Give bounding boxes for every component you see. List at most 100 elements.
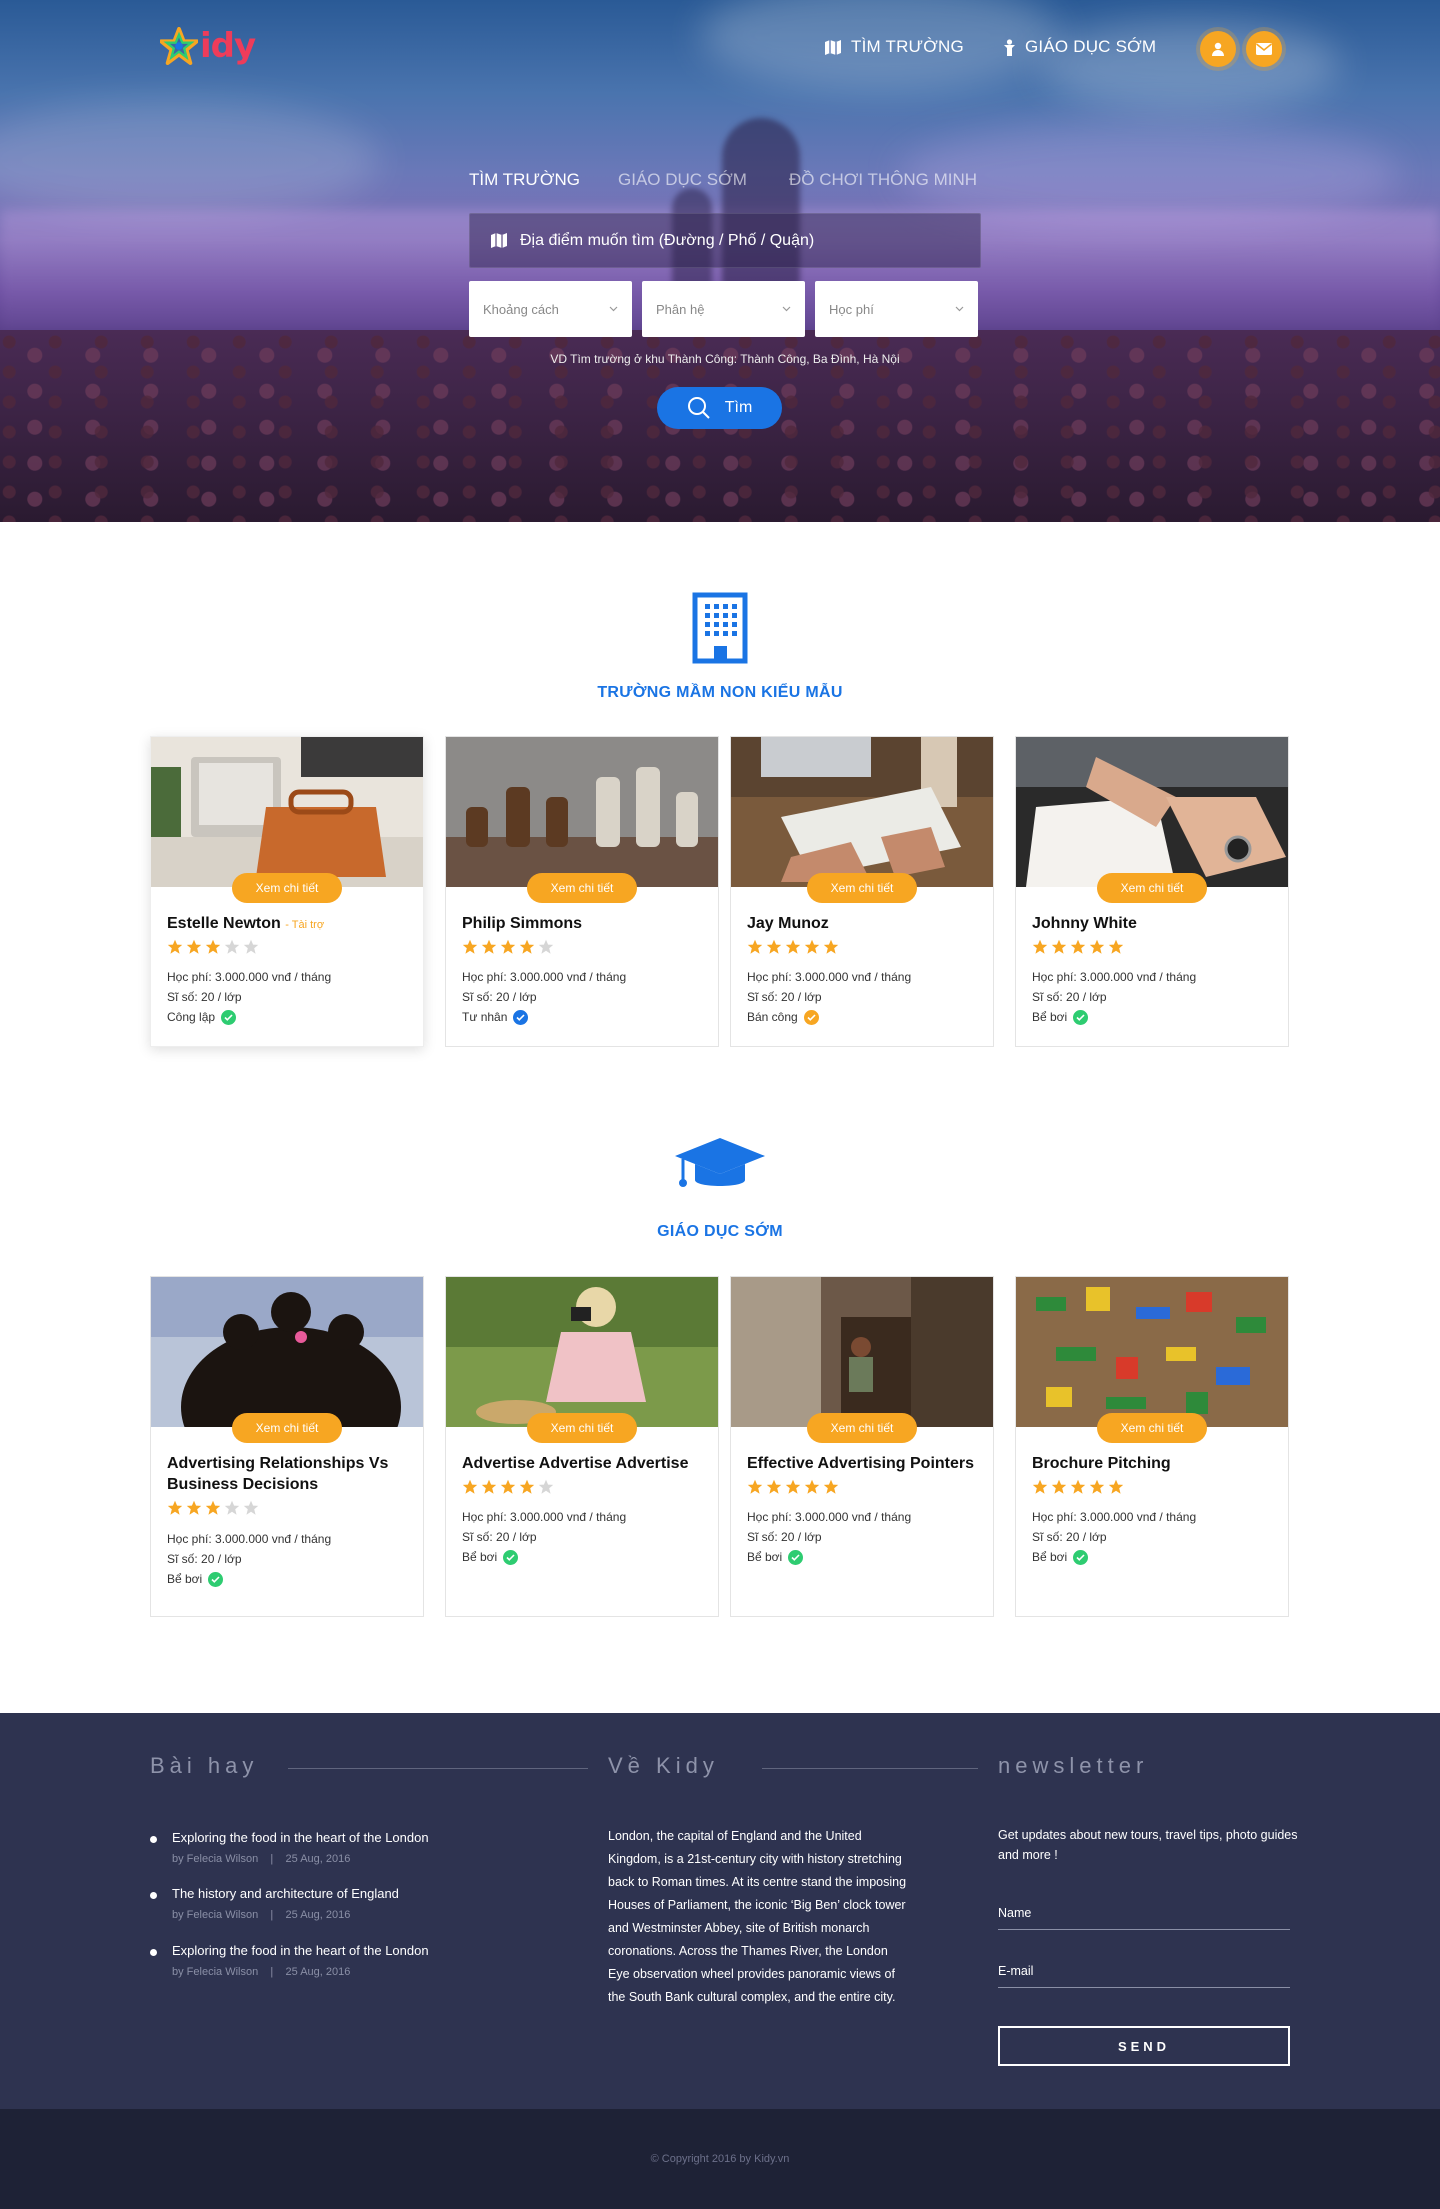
course-card[interactable]: Xem chi tiết Brochure Pitching Học phí: … — [1015, 1276, 1289, 1617]
view-detail-button[interactable]: Xem chi tiết — [527, 873, 637, 903]
map-icon — [825, 39, 841, 55]
school-card[interactable]: Xem chi tiết Jay Munoz Học phí: 3.000.00… — [730, 736, 994, 1047]
girl-camera-photo — [446, 1277, 718, 1427]
facility-text: Bể bơi — [1032, 1550, 1068, 1564]
post-item[interactable]: Exploring the food in the heart of the L… — [150, 1830, 470, 1865]
card-meta: Học phí: 3.000.000 vnđ / tháng Sĩ số: 20… — [462, 967, 626, 1027]
send-button[interactable]: SEND — [998, 2026, 1290, 2066]
star-empty-icon — [538, 1479, 554, 1494]
star-empty-icon — [243, 1500, 259, 1515]
star-filled-icon — [167, 939, 183, 954]
fee-text: Học phí: 3.000.000 vnđ / tháng — [462, 970, 627, 984]
card-title[interactable]: Estelle Newton - Tài trợ — [167, 913, 413, 936]
card-title[interactable]: Johnny White — [1032, 913, 1278, 934]
tab-smart-toys[interactable]: ĐỒ CHƠI THÔNG MINH — [789, 170, 977, 190]
rating-stars — [462, 1479, 554, 1495]
facility-text: Bể bơi — [167, 1572, 203, 1586]
card-image — [731, 1277, 993, 1427]
star-filled-icon — [186, 1500, 202, 1515]
star-filled-icon — [1108, 1479, 1124, 1494]
fee-select[interactable]: Học phí — [815, 281, 978, 337]
view-detail-button[interactable]: Xem chi tiết — [232, 873, 342, 903]
star-filled-icon — [500, 1479, 516, 1494]
nav-find-school[interactable]: TÌM TRƯỜNG — [824, 37, 964, 57]
star-filled-icon — [1070, 939, 1086, 954]
search-button[interactable]: Tìm — [657, 387, 782, 429]
footer-posts-heading: Bài hay — [150, 1753, 259, 1778]
post-item[interactable]: Exploring the food in the heart of the L… — [150, 1943, 470, 1978]
tab-find-school[interactable]: TÌM TRƯỜNG — [469, 170, 618, 190]
search-icon — [687, 397, 710, 419]
card-image — [151, 1277, 423, 1427]
tab-early-education[interactable]: GIÁO DỤC SỚM — [618, 170, 789, 190]
card-title[interactable]: Philip Simmons — [462, 913, 708, 934]
fee-text: Học phí: 3.000.000 vnđ / tháng — [747, 1510, 912, 1524]
name-field[interactable]: Name — [998, 1906, 1290, 1930]
view-detail-button[interactable]: Xem chi tiết — [232, 1413, 342, 1443]
location-search-input[interactable]: Địa điểm muốn tìm (Đường / Phố / Quận) — [469, 213, 981, 268]
graduation-cap-icon — [675, 1138, 765, 1187]
writing-photo — [1016, 737, 1288, 887]
post-title[interactable]: Exploring the food in the heart of the L… — [150, 1830, 470, 1845]
distance-select[interactable]: Khoảng cách — [469, 281, 632, 337]
view-detail-button[interactable]: Xem chi tiết — [527, 1413, 637, 1443]
newsletter-text: Get updates about new tours, travel tips… — [998, 1828, 1298, 1862]
check-circle-icon — [513, 1009, 529, 1025]
post-date: 25 Aug, 2016 — [285, 1966, 351, 1978]
logo[interactable]: idy — [160, 24, 256, 68]
course-card[interactable]: Xem chi tiết Advertising Relationships V… — [150, 1276, 424, 1617]
star-filled-icon — [205, 939, 221, 954]
envelope-icon — [1256, 43, 1272, 55]
view-detail-button[interactable]: Xem chi tiết — [807, 873, 917, 903]
class-size-text: Sĩ số: 20 / lớp — [747, 1530, 822, 1544]
school-card[interactable]: Xem chi tiết Estelle Newton - Tài trợ Họ… — [150, 736, 424, 1047]
fee-text: Học phí: 3.000.000 vnđ / tháng — [167, 1532, 332, 1546]
nav-early-education[interactable]: GIÁO DỤC SỚM — [1003, 37, 1156, 57]
star-filled-icon — [804, 1479, 820, 1494]
check-circle-icon — [221, 1009, 237, 1025]
post-meta: by Felecia Wilson | 25 Aug, 2016 — [172, 1966, 351, 1978]
view-detail-button[interactable]: Xem chi tiết — [807, 1413, 917, 1443]
card-image — [151, 737, 423, 887]
star-filled-icon — [785, 1479, 801, 1494]
card-title[interactable]: Effective Advertising Pointers — [747, 1453, 983, 1474]
card-title[interactable]: Jay Munoz — [747, 913, 983, 934]
fee-text: Học phí: 3.000.000 vnđ / tháng — [747, 970, 912, 984]
card-meta: Học phí: 3.000.000 vnđ / tháng Sĩ số: 20… — [747, 967, 911, 1027]
post-date: 25 Aug, 2016 — [285, 1853, 351, 1865]
card-meta: Học phí: 3.000.000 vnđ / tháng Sĩ số: 20… — [462, 1507, 626, 1567]
email-field[interactable]: E-mail — [998, 1964, 1290, 1988]
card-title[interactable]: Advertise Advertise Advertise — [462, 1453, 708, 1474]
post-title[interactable]: The history and architecture of England — [150, 1886, 470, 1901]
kids-doorway-photo — [731, 1277, 993, 1427]
division-select[interactable]: Phân hệ — [642, 281, 805, 337]
fee-text: Học phí: 3.000.000 vnđ / tháng — [462, 1510, 627, 1524]
division-select-label: Phân hệ — [656, 301, 705, 317]
card-title-text: Estelle Newton — [167, 915, 281, 932]
card-image — [1016, 737, 1288, 887]
card-meta: Học phí: 3.000.000 vnđ / tháng Sĩ số: 20… — [1032, 967, 1196, 1027]
card-meta: Học phí: 3.000.000 vnđ / tháng Sĩ số: 20… — [747, 1507, 911, 1567]
search-tabs: TÌM TRƯỜNG GIÁO DỤC SỚM ĐỒ CHƠI THÔNG MI… — [469, 170, 977, 190]
post-title[interactable]: Exploring the food in the heart of the L… — [150, 1943, 470, 1958]
rating-stars — [167, 1500, 259, 1516]
card-meta: Học phí: 3.000.000 vnđ / tháng Sĩ số: 20… — [167, 967, 331, 1027]
view-detail-button[interactable]: Xem chi tiết — [1097, 873, 1207, 903]
post-item[interactable]: The history and architecture of England … — [150, 1886, 470, 1921]
chevron-down-icon — [955, 306, 964, 312]
school-card[interactable]: Xem chi tiết Philip Simmons Học phí: 3.0… — [445, 736, 719, 1047]
account-button[interactable] — [1200, 31, 1236, 67]
mail-button[interactable] — [1246, 31, 1282, 67]
card-title[interactable]: Advertising Relationships Vs Business De… — [167, 1453, 413, 1495]
nav-early-education-label: GIÁO DỤC SỚM — [1025, 37, 1157, 56]
footer-about-heading: Về Kidy — [608, 1753, 719, 1778]
course-card[interactable]: Xem chi tiết Effective Advertising Point… — [730, 1276, 994, 1617]
card-title[interactable]: Brochure Pitching — [1032, 1453, 1278, 1474]
check-circle-icon — [503, 1549, 519, 1565]
view-detail-button[interactable]: Xem chi tiết — [1097, 1413, 1207, 1443]
star-filled-icon — [747, 1479, 763, 1494]
chess-photo — [446, 737, 718, 887]
star-empty-icon — [224, 1500, 240, 1515]
school-card[interactable]: Xem chi tiết Johnny White Học phí: 3.000… — [1015, 736, 1289, 1047]
course-card[interactable]: Xem chi tiết Advertise Advertise Adverti… — [445, 1276, 719, 1617]
